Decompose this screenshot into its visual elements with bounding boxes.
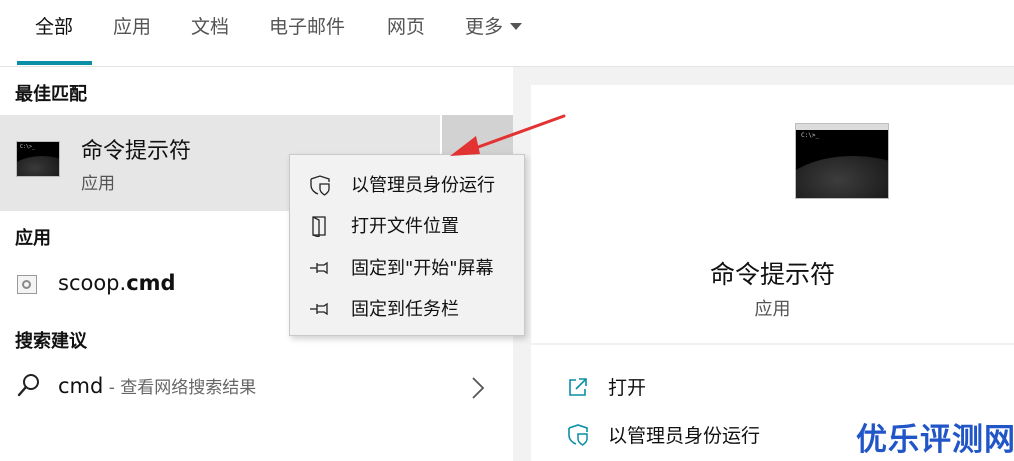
watermark-text: 优乐评测网 — [856, 422, 1014, 458]
best-match-heading: 最佳匹配 — [15, 84, 87, 105]
tab-all[interactable]: 全部 — [35, 14, 73, 40]
menu-item-label: 固定到"开始"屏幕 — [351, 258, 494, 279]
suggestion-text: cmd - 查看网络搜索结果 — [58, 374, 257, 398]
open-action[interactable]: 打开 — [531, 365, 1014, 409]
shield-icon — [568, 424, 588, 446]
apps-heading: 应用 — [15, 228, 51, 249]
menu-item-open-file-location[interactable]: 打开文件位置 — [290, 205, 524, 245]
command-prompt-icon: C:\>_ — [795, 123, 889, 199]
run-as-admin-label: 以管理员身份运行 — [608, 425, 761, 447]
tab-apps[interactable]: 应用 — [113, 14, 151, 40]
shield-icon — [310, 175, 330, 196]
command-prompt-icon: C:\>_ — [16, 141, 60, 177]
best-match-subtitle: 应用 — [81, 174, 115, 194]
app-result-name: scoop.cmd — [58, 271, 176, 295]
best-match-title: 命令提示符 — [81, 139, 192, 164]
web-search-suggestion[interactable]: cmd - 查看网络搜索结果 — [0, 363, 513, 413]
tab-documents[interactable]: 文档 — [191, 14, 229, 40]
annotation-arrow — [450, 114, 566, 156]
menu-item-label: 固定到任务栏 — [351, 299, 459, 320]
preview-pane: C:\>_ 命令提示符 应用 打开 以管理员身份运行 — [513, 67, 1014, 461]
menu-item-label: 以管理员身份运行 — [351, 175, 495, 196]
pin-icon — [310, 302, 328, 316]
preview-card: C:\>_ 命令提示符 应用 — [531, 85, 1014, 343]
tab-more[interactable]: 更多 — [465, 14, 523, 40]
preview-title: 命令提示符 — [709, 260, 835, 289]
pin-icon — [310, 261, 328, 275]
tab-web[interactable]: 网页 — [387, 14, 425, 40]
tab-email[interactable]: 电子邮件 — [269, 14, 345, 40]
chevron-down-icon — [510, 22, 523, 30]
script-file-icon — [17, 275, 37, 294]
menu-item-pin-to-start[interactable]: 固定到"开始"屏幕 — [290, 247, 524, 287]
active-tab-indicator — [17, 61, 92, 65]
open-action-label: 打开 — [608, 377, 647, 399]
menu-item-pin-to-taskbar[interactable]: 固定到任务栏 — [290, 288, 524, 328]
preview-subtitle: 应用 — [754, 299, 791, 320]
menu-item-run-as-admin[interactable]: 以管理员身份运行 — [290, 164, 524, 204]
context-menu: 以管理员身份运行 打开文件位置 固定到"开始"屏幕 固定到任务栏 — [289, 154, 525, 336]
search-filter-tabs: 全部 应用 文档 电子邮件 网页 更多 — [0, 0, 1014, 67]
open-external-icon — [569, 378, 587, 396]
menu-item-label: 打开文件位置 — [351, 216, 459, 237]
search-icon — [17, 374, 39, 397]
file-location-icon — [312, 216, 326, 237]
search-suggestions-heading: 搜索建议 — [15, 331, 87, 352]
chevron-right-icon[interactable] — [468, 375, 488, 401]
tab-more-label: 更多 — [465, 16, 504, 38]
